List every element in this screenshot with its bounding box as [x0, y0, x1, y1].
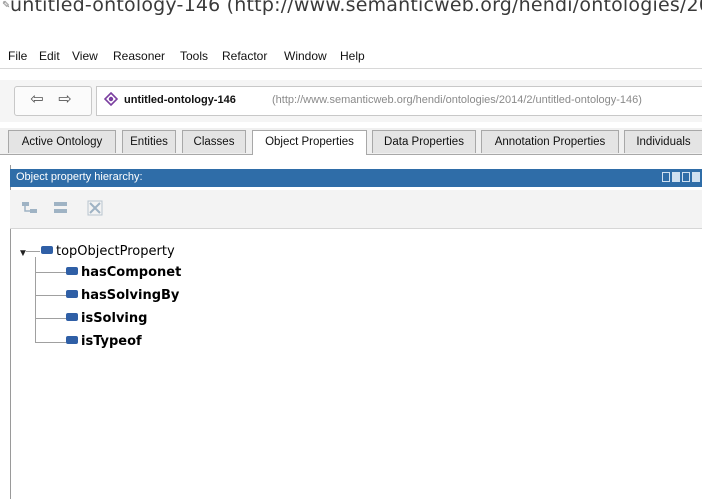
ontology-diamond-icon — [104, 92, 118, 106]
tree-node-label: hasComponet — [81, 265, 182, 280]
tree-node-hascomponet[interactable]: hasComponet — [66, 264, 181, 280]
tree-connector — [35, 318, 66, 319]
menu-help[interactable]: Help — [340, 49, 365, 63]
menu-reasoner[interactable]: Reasoner — [113, 49, 165, 63]
panel-title: Object property hierarchy: — [16, 171, 143, 183]
tab-entities[interactable]: Entities — [122, 130, 176, 153]
tree-node-label: hasSolvingBy — [81, 288, 180, 303]
tree-connector — [35, 295, 66, 296]
hierarchy-toolbar — [10, 190, 702, 229]
object-property-icon — [66, 313, 78, 321]
ontology-iri: (http://www.semanticweb.org/hendi/ontolo… — [272, 94, 642, 106]
menu-refactor[interactable]: Refactor — [222, 49, 267, 63]
object-property-icon — [41, 246, 53, 254]
menu-view[interactable]: View — [72, 49, 98, 63]
tree-node-istypeof[interactable]: isTypeof — [66, 333, 142, 349]
tab-active-ontology[interactable]: Active Ontology — [8, 130, 116, 153]
tree-connector — [35, 272, 66, 273]
view-maximize-icon[interactable] — [682, 172, 690, 182]
object-property-icon — [66, 290, 78, 298]
window-titlebar: ✎ untitled-ontology-146 (http://www.sema… — [0, 0, 702, 30]
object-property-icon — [66, 267, 78, 275]
tab-data-properties[interactable]: Data Properties — [372, 130, 476, 153]
back-arrow-icon[interactable]: ⇦ — [27, 90, 47, 110]
add-sub-property-icon[interactable] — [20, 199, 40, 217]
delete-property-icon[interactable] — [85, 199, 105, 217]
forward-arrow-icon[interactable]: ⇨ — [55, 90, 75, 110]
tree-connector — [35, 342, 66, 343]
tree-connector-root — [26, 251, 40, 252]
tab-individuals[interactable]: Individuals — [624, 130, 702, 153]
panel-view-controls — [662, 172, 700, 182]
tree-node-label: isTypeof — [81, 334, 142, 349]
history-buttons-group — [14, 86, 92, 116]
menu-bar: File Edit View Reasoner Tools Refactor W… — [0, 40, 702, 69]
view-minimize-icon[interactable] — [672, 172, 680, 182]
object-property-icon — [66, 336, 78, 344]
tree-node-label: topObjectProperty — [56, 244, 175, 259]
tree-node-issolving[interactable]: isSolving — [66, 310, 147, 326]
menu-file[interactable]: File — [8, 49, 27, 63]
tree-node-label: isSolving — [81, 311, 148, 326]
menu-edit[interactable]: Edit — [39, 49, 60, 63]
tree-connector-vertical — [35, 257, 36, 343]
view-restore-icon[interactable] — [662, 172, 670, 182]
menu-window[interactable]: Window — [284, 49, 327, 63]
expand-collapse-icon[interactable]: ▼ — [18, 248, 28, 259]
tree-node-root[interactable]: topObjectProperty — [41, 243, 175, 259]
tab-classes[interactable]: Classes — [182, 130, 246, 153]
tab-object-properties[interactable]: Object Properties — [252, 130, 367, 155]
menu-tools[interactable]: Tools — [180, 49, 208, 63]
tab-annotation-properties[interactable]: Annotation Properties — [481, 130, 619, 153]
add-sibling-property-icon[interactable] — [51, 199, 71, 217]
window-title: untitled-ontology-146 (http://www.semant… — [10, 0, 702, 16]
panel-header: Object property hierarchy: — [10, 169, 702, 187]
ontology-name: untitled-ontology-146 — [124, 94, 236, 106]
view-close-icon[interactable] — [692, 172, 700, 182]
tree-node-hassolvingby[interactable]: hasSolvingBy — [66, 287, 179, 303]
